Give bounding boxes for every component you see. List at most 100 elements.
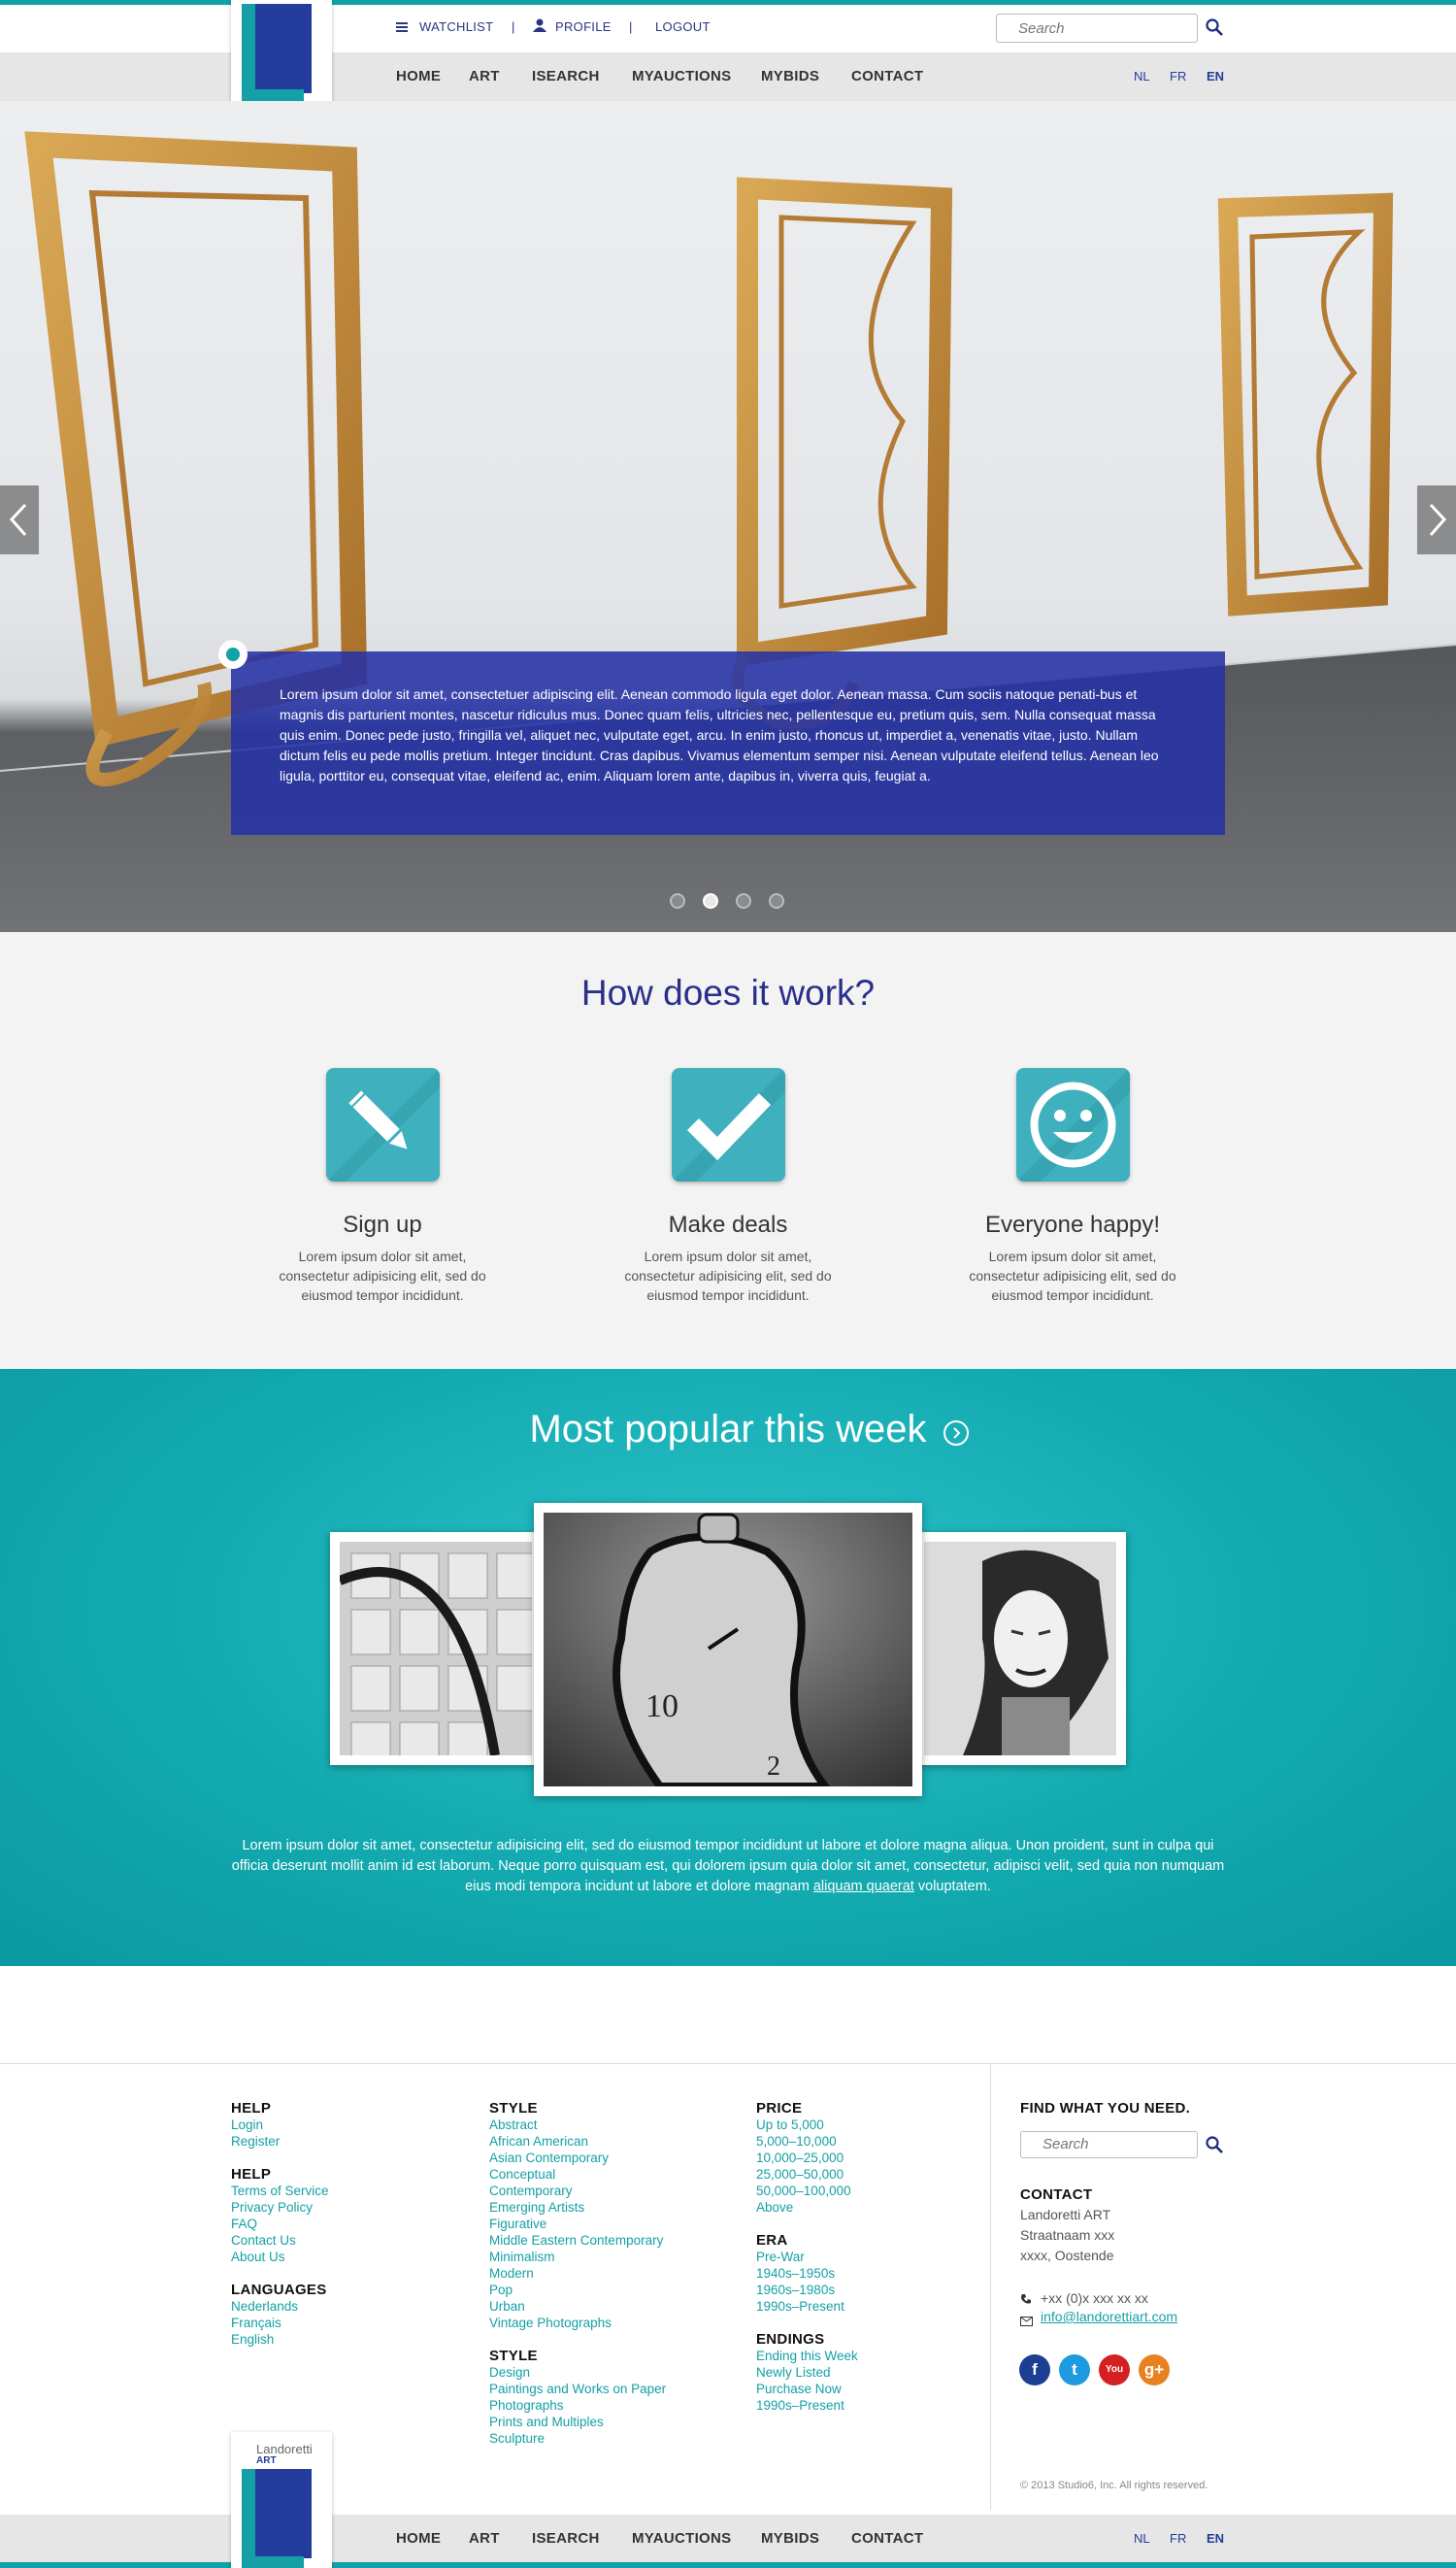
- phone-icon: [1020, 2292, 1032, 2304]
- footer-nav-myauctions[interactable]: MYAUCTIONS: [632, 2530, 731, 2547]
- footer-link[interactable]: African American: [489, 2133, 742, 2150]
- footer-link[interactable]: Vintage Photographs: [489, 2315, 742, 2331]
- footer-search-input[interactable]: [1020, 2131, 1198, 2158]
- footer-link[interactable]: Modern: [489, 2265, 742, 2282]
- footer-link[interactable]: 1990s–Present: [756, 2298, 970, 2315]
- footer-link[interactable]: Conceptual: [489, 2166, 742, 2183]
- footer-link[interactable]: Français: [231, 2315, 464, 2331]
- arrow-right-circle-icon[interactable]: [943, 1420, 969, 1446]
- footer-link[interactable]: 1940s–1950s: [756, 2265, 970, 2282]
- footer-link[interactable]: Nederlands: [231, 2298, 464, 2315]
- footer-nav-home[interactable]: HOME: [396, 2530, 441, 2547]
- footer-link[interactable]: Photographs: [489, 2397, 742, 2414]
- footer-link[interactable]: 1960s–1980s: [756, 2282, 970, 2298]
- logout-link[interactable]: LOGOUT: [655, 19, 711, 34]
- footer-link[interactable]: Up to 5,000: [756, 2117, 970, 2133]
- footer-link[interactable]: Ending this Week: [756, 2348, 970, 2364]
- footer-link[interactable]: Prints and Multiples: [489, 2414, 742, 2430]
- footer-link[interactable]: 10,000–25,000: [756, 2150, 970, 2166]
- separator: |: [629, 19, 633, 34]
- footer-contact: CONTACT Landoretti ART Straatnaam xxx xx…: [1020, 2186, 1243, 2266]
- footer-link[interactable]: Paintings and Works on Paper: [489, 2381, 742, 2397]
- footer-nav-contact[interactable]: CONTACT: [851, 2530, 923, 2547]
- footer-lang-nl[interactable]: NL: [1134, 2531, 1150, 2546]
- footer-lang-en[interactable]: EN: [1207, 2531, 1224, 2546]
- utility-bar: [0, 5, 1456, 52]
- footer-link[interactable]: Contact Us: [231, 2232, 464, 2249]
- phone-text: +xx (0)x xxx xx xx: [1041, 2290, 1148, 2306]
- twitter-icon[interactable]: t: [1059, 2354, 1090, 2385]
- footer-link[interactable]: Middle Eastern Contemporary: [489, 2232, 742, 2249]
- footer-link[interactable]: 1990s–Present: [756, 2397, 970, 2414]
- footer-link[interactable]: Asian Contemporary: [489, 2150, 742, 2166]
- slide-dot[interactable]: [703, 893, 718, 909]
- footer-link[interactable]: Newly Listed: [756, 2364, 970, 2381]
- email-link[interactable]: info@landorettiart.com: [1041, 2309, 1177, 2324]
- footer-heading: STYLE: [489, 2100, 538, 2117]
- nav-art[interactable]: ART: [469, 68, 500, 84]
- google-plus-icon[interactable]: g+: [1139, 2354, 1170, 2385]
- search-icon[interactable]: [1206, 18, 1223, 36]
- footer-link[interactable]: 5,000–10,000: [756, 2133, 970, 2150]
- footer-lang-fr[interactable]: FR: [1170, 2531, 1186, 2546]
- artwork-thumbnail[interactable]: [330, 1532, 542, 1765]
- prev-slide-button[interactable]: [0, 485, 39, 554]
- footer-link[interactable]: Design: [489, 2364, 742, 2381]
- footer-link[interactable]: Login: [231, 2117, 464, 2133]
- footer-link[interactable]: About Us: [231, 2249, 464, 2265]
- footer-link[interactable]: Sculpture: [489, 2430, 742, 2447]
- nav-contact[interactable]: CONTACT: [851, 68, 923, 84]
- footer-link[interactable]: Privacy Policy: [231, 2199, 464, 2216]
- youtube-icon[interactable]: You: [1099, 2354, 1130, 2385]
- footer-link[interactable]: 25,000–50,000: [756, 2166, 970, 2183]
- footer-link[interactable]: Terms of Service: [231, 2183, 464, 2199]
- search-input[interactable]: [996, 14, 1198, 43]
- footer-nav-isearch[interactable]: ISEARCH: [532, 2530, 600, 2547]
- nav-myauctions[interactable]: MYAUCTIONS: [632, 68, 731, 84]
- footer-heading: STYLE: [489, 2348, 538, 2364]
- footer-nav-mybids[interactable]: MYBIDS: [761, 2530, 819, 2547]
- lang-fr[interactable]: FR: [1170, 69, 1186, 83]
- footer-link[interactable]: Urban: [489, 2298, 742, 2315]
- footer-link[interactable]: Pop: [489, 2282, 742, 2298]
- footer-link[interactable]: Figurative: [489, 2216, 742, 2232]
- popular-inline-link[interactable]: aliquam quaerat: [813, 1879, 914, 1894]
- footer-link[interactable]: Contemporary: [489, 2183, 742, 2199]
- footer-link[interactable]: Minimalism: [489, 2249, 742, 2265]
- footer-column-style: STYLE Abstract African American Asian Conte…: [489, 2100, 742, 2447]
- facebook-icon[interactable]: f: [1019, 2354, 1050, 2385]
- watchlist-link[interactable]: WATCHLIST: [419, 19, 493, 34]
- search-icon[interactable]: [1206, 2136, 1223, 2153]
- slide-dot[interactable]: [670, 893, 685, 909]
- nav-isearch[interactable]: ISEARCH: [532, 68, 600, 84]
- checkmark-icon: [672, 1068, 785, 1182]
- contact-heading: CONTACT: [1020, 2186, 1093, 2203]
- footer-link[interactable]: Purchase Now: [756, 2381, 970, 2397]
- profile-link[interactable]: PROFILE: [555, 19, 612, 34]
- footer-link[interactable]: 50,000–100,000: [756, 2183, 970, 2199]
- artwork-featured[interactable]: 10 2: [534, 1503, 922, 1796]
- lang-nl[interactable]: NL: [1134, 69, 1150, 83]
- feature-title: Sign up: [343, 1212, 422, 1238]
- footer-link[interactable]: Register: [231, 2133, 464, 2150]
- footer-link[interactable]: English: [231, 2331, 464, 2348]
- address-line: Straatnaam xxx: [1020, 2227, 1115, 2243]
- footer-link[interactable]: Above: [756, 2199, 970, 2216]
- artwork-thumbnail[interactable]: [914, 1532, 1126, 1765]
- list-icon: [396, 20, 408, 32]
- footer-nav-art[interactable]: ART: [469, 2530, 500, 2547]
- footer-link[interactable]: Pre-War: [756, 2249, 970, 2265]
- footer-link[interactable]: Abstract: [489, 2117, 742, 2133]
- hero-caption: Lorem ipsum dolor sit amet, consectetuer…: [231, 651, 1225, 835]
- footer-link[interactable]: FAQ: [231, 2216, 464, 2232]
- footer-heading: ENDINGS: [756, 2331, 825, 2348]
- nav-mybids[interactable]: MYBIDS: [761, 68, 819, 84]
- footer-logo[interactable]: Landoretti ART: [231, 2432, 332, 2568]
- nav-home[interactable]: HOME: [396, 68, 441, 84]
- lang-en[interactable]: EN: [1207, 69, 1224, 83]
- separator: |: [512, 19, 515, 34]
- footer-link[interactable]: Emerging Artists: [489, 2199, 742, 2216]
- slide-dot[interactable]: [769, 893, 784, 909]
- slide-dot[interactable]: [736, 893, 751, 909]
- next-slide-button[interactable]: [1417, 485, 1456, 554]
